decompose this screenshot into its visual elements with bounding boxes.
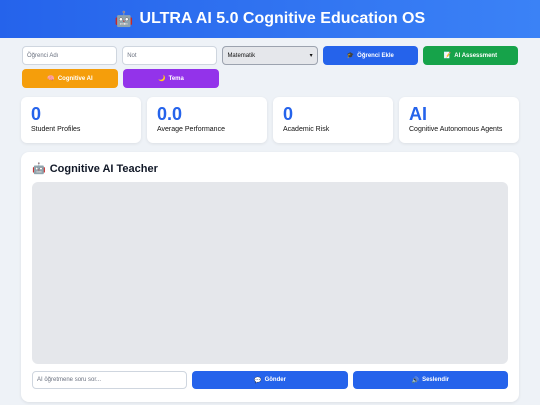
- question-input[interactable]: AI öğretmene soru sor...: [32, 371, 188, 389]
- subject-select[interactable]: Matematik ▾: [222, 46, 318, 65]
- stat-value: AI: [409, 104, 427, 124]
- ai-assessment-button[interactable]: 📝 AI Assessment: [422, 46, 518, 65]
- stats-row: 0 Student Profiles 0.0 Average Performan…: [21, 97, 519, 143]
- speech-bubble-icon: 💬: [254, 377, 262, 384]
- stat-card-academic-risk: 0 Academic Risk: [273, 97, 393, 143]
- student-form-row: Öğrenci Adı Not Matematik ▾ 🎓 Öğrenci Ek…: [22, 46, 518, 65]
- speak-button[interactable]: 🔊 Seslendir: [352, 371, 508, 389]
- speak-label: Seslendir: [422, 377, 450, 383]
- stat-card-student-profiles: 0 Student Profiles: [21, 97, 141, 143]
- subject-select-value: Matematik: [227, 52, 256, 59]
- cognitive-ai-label: Cognitive AI: [57, 75, 93, 82]
- panel-title-text: Cognitive AI Teacher: [49, 162, 158, 175]
- panel-title: 🤖 Cognitive AI Teacher: [32, 162, 158, 176]
- robot-icon: 🤖: [32, 163, 46, 175]
- stat-value: 0: [31, 104, 42, 124]
- stat-label: Academic Risk: [283, 126, 330, 133]
- moon-icon: 🌙: [158, 76, 166, 82]
- speaker-icon: 🔊: [411, 377, 420, 384]
- stat-value: 0.0: [157, 104, 183, 124]
- add-student-button[interactable]: 🎓 Öğrenci Ekle: [322, 46, 418, 65]
- theme-button[interactable]: 🌙 Tema: [123, 69, 219, 88]
- grade-input[interactable]: Not: [122, 46, 218, 65]
- stat-card-average-performance: 0.0 Average Performance: [147, 97, 267, 143]
- stat-label: Student Profiles: [31, 126, 81, 133]
- stat-label: Cognitive Autonomous Agents: [409, 126, 503, 133]
- brain-icon: 🧠: [47, 76, 55, 82]
- app-header: 🤖 ULTRA AI 5.0 Cognitive Education OS: [0, 0, 540, 38]
- chat-input-row: AI öğretmene soru sor... 💬 Gönder 🔊 Sesl…: [32, 371, 508, 389]
- ai-teacher-panel: 🤖 Cognitive AI Teacher AI öğretmene soru…: [21, 152, 519, 402]
- app-title: ULTRA AI 5.0 Cognitive Education OS: [139, 10, 426, 27]
- student-name-input[interactable]: Öğrenci Adı: [22, 46, 118, 65]
- ai-assessment-label: AI Assessment: [454, 52, 498, 59]
- robot-icon: 🤖: [114, 11, 134, 28]
- stat-value: 0: [283, 104, 294, 124]
- stat-label: Average Performance: [157, 126, 225, 133]
- action-row: 🧠 Cognitive AI 🌙 Tema: [22, 69, 518, 88]
- chevron-down-icon: ▾: [309, 53, 313, 59]
- stat-card-cognitive-agents: AI Cognitive Autonomous Agents: [399, 97, 519, 143]
- cognitive-ai-button[interactable]: 🧠 Cognitive AI: [22, 69, 118, 88]
- theme-label: Tema: [168, 75, 184, 82]
- add-student-label: Öğrenci Ekle: [357, 52, 394, 59]
- send-button[interactable]: 💬 Gönder: [192, 371, 348, 389]
- chat-area[interactable]: [32, 182, 508, 364]
- graduation-cap-icon: 🎓: [346, 53, 355, 59]
- memo-icon: 📝: [443, 53, 452, 59]
- send-label: Gönder: [264, 377, 286, 383]
